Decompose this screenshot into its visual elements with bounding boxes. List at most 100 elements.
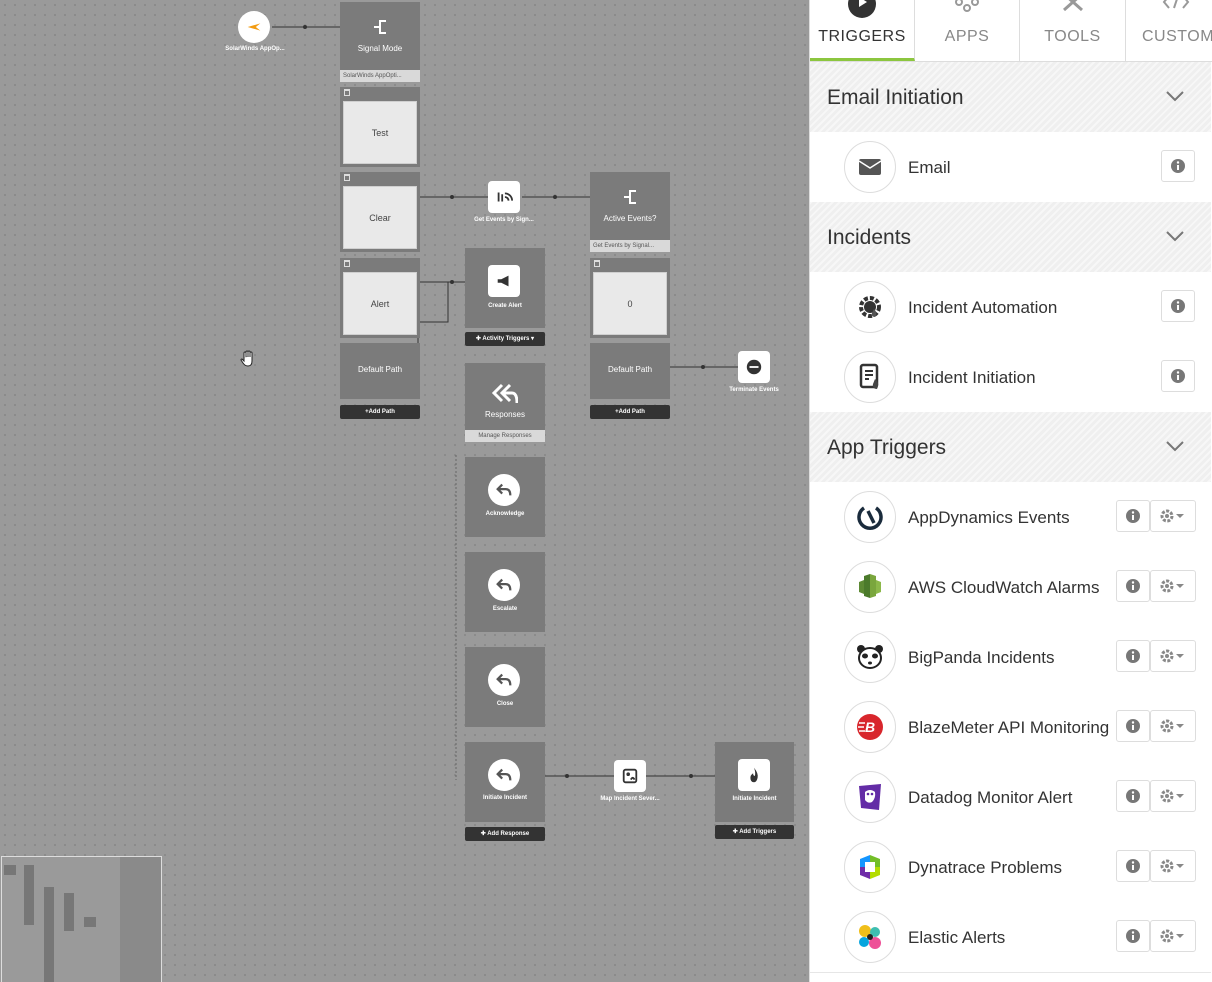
section-incidents[interactable]: Incidents — [810, 202, 1211, 272]
default-path-node-2[interactable]: Default Path — [590, 343, 670, 399]
trigger-item-datadog[interactable]: Datadog Monitor Alert — [810, 762, 1211, 833]
trigger-item-email[interactable]: Email — [810, 132, 1211, 203]
gear-dropdown-icon[interactable] — [1150, 920, 1196, 952]
branch-zero-label: 0 — [593, 272, 667, 335]
add-path-button-2[interactable]: +Add Path — [590, 405, 670, 419]
create-alert-label: Create Alert — [488, 303, 522, 309]
terminate-events-node[interactable] — [738, 351, 770, 383]
code-icon — [1162, 0, 1190, 9]
activity-triggers-button[interactable]: ✚ Activity Triggers ▾ — [465, 332, 545, 346]
add-triggers-button[interactable]: ✚ Add Triggers — [715, 825, 794, 839]
trigger-name: AppDynamics Events — [908, 507, 1070, 527]
chevron-down-icon[interactable] — [1165, 90, 1185, 102]
gear-dropdown-icon[interactable] — [1150, 640, 1196, 672]
branch-test[interactable]: Test — [340, 87, 420, 167]
signal-mode-title: Signal Mode — [357, 44, 403, 53]
info-icon[interactable] — [1116, 570, 1150, 602]
branch-clear-label: Clear — [343, 186, 417, 249]
responses-title: Responses — [484, 410, 526, 419]
tab-custom[interactable]: CUSTOM — [1126, 0, 1212, 61]
gear-dropdown-icon[interactable] — [1150, 500, 1196, 532]
trigger-name: BlazeMeter API Monitoring — [908, 717, 1110, 737]
trash-icon[interactable] — [344, 260, 350, 267]
branch-zero[interactable]: 0 — [590, 258, 670, 338]
gear-dropdown-icon[interactable] — [1150, 570, 1196, 602]
create-alert-node[interactable]: Create Alert — [465, 248, 545, 328]
acknowledge-node[interactable]: Acknowledge — [465, 457, 545, 537]
tab-tools[interactable]: TOOLS — [1020, 0, 1126, 61]
hand-cursor-icon — [240, 350, 253, 367]
reply-all-icon — [492, 383, 518, 404]
default-path-node[interactable]: Default Path — [340, 343, 420, 399]
minimap-block — [44, 887, 54, 982]
source-label: SolarWinds AppOp... — [225, 46, 285, 52]
initiate-incident-node[interactable]: Initiate Incident — [465, 742, 545, 822]
megaphone-icon — [488, 265, 520, 297]
info-icon[interactable] — [1161, 290, 1195, 322]
gear-dropdown-icon[interactable] — [1150, 780, 1196, 812]
active-events-node[interactable]: Active Events? Get Events by Signal... — [590, 172, 670, 252]
close-label: Close — [496, 701, 514, 707]
gear-dropdown-icon[interactable] — [1150, 850, 1196, 882]
section-title: Incidents — [827, 226, 912, 249]
initiate-incident-node-2[interactable]: Initiate Incident — [715, 742, 794, 822]
add-path-button[interactable]: +Add Path — [340, 405, 420, 419]
chevron-down-icon[interactable] — [1165, 230, 1185, 242]
trash-icon[interactable] — [594, 260, 600, 267]
add-response-button[interactable]: ✚ Add Response — [465, 827, 545, 841]
section-app-triggers[interactable]: App Triggers — [810, 412, 1211, 482]
info-icon[interactable] — [1116, 500, 1150, 532]
responses-node[interactable]: Responses Manage Responses — [465, 363, 545, 442]
info-icon[interactable] — [1116, 640, 1150, 672]
trigger-item-blazemeter[interactable]: B BlazeMeter API Monitoring — [810, 692, 1211, 763]
trigger-item-appdynamics[interactable]: AppDynamics Events — [810, 482, 1211, 553]
aws-cloudwatch-icon — [844, 561, 896, 613]
minimap-viewport[interactable] — [2, 857, 120, 982]
trigger-item-elastic[interactable]: Elastic Alerts — [810, 902, 1211, 973]
gear-flame-icon — [844, 281, 896, 333]
acknowledge-label: Acknowledge — [485, 511, 525, 517]
signal-mode-node[interactable]: Signal Mode SolarWinds AppOpti... — [340, 2, 420, 82]
trigger-item-dynatrace[interactable]: Dynatrace Problems — [810, 832, 1211, 903]
get-events-node[interactable] — [488, 181, 520, 213]
trigger-item-bigpanda[interactable]: BigPanda Incidents — [810, 622, 1211, 693]
gear-dropdown-icon[interactable] — [1150, 710, 1196, 742]
info-icon[interactable] — [1161, 150, 1195, 182]
solarwinds-source-node[interactable] — [238, 11, 270, 43]
reply-icon — [488, 759, 520, 791]
map-severity-node[interactable] — [614, 760, 646, 792]
info-icon[interactable] — [1161, 360, 1195, 392]
tab-triggers[interactable]: TRIGGERS — [810, 0, 915, 61]
info-icon[interactable] — [1116, 920, 1150, 952]
info-icon[interactable] — [1116, 780, 1150, 812]
branch-icon — [374, 20, 386, 34]
minimap[interactable] — [1, 856, 162, 982]
tab-triggers-label: TRIGGERS — [818, 28, 906, 45]
escalate-node[interactable]: Escalate — [465, 552, 545, 632]
section-title: App Triggers — [827, 436, 947, 459]
branch-test-label: Test — [343, 101, 417, 164]
chevron-down-icon[interactable] — [1165, 440, 1185, 452]
close-node[interactable]: Close — [465, 647, 545, 727]
tab-apps[interactable]: APPS — [915, 0, 1020, 61]
trash-icon[interactable] — [344, 174, 350, 181]
trash-icon[interactable] — [344, 89, 350, 96]
reply-icon — [488, 664, 520, 696]
reply-icon — [488, 474, 520, 506]
trigger-name: Incident Automation — [908, 297, 1058, 317]
svg-text:B: B — [865, 719, 875, 735]
workflow-canvas[interactable]: SolarWinds AppOp... Signal Mode SolarWin… — [0, 0, 809, 982]
trigger-item-aws-cloudwatch[interactable]: AWS CloudWatch Alarms — [810, 552, 1211, 623]
tab-tools-label: TOOLS — [1044, 28, 1101, 45]
info-icon[interactable] — [1116, 710, 1150, 742]
info-icon[interactable] — [1116, 850, 1150, 882]
branch-clear[interactable]: Clear — [340, 172, 420, 252]
manage-responses-link[interactable]: Manage Responses — [465, 430, 545, 442]
trigger-item-incident-initiation[interactable]: Incident Initiation — [810, 342, 1211, 413]
trigger-item-incident-automation[interactable]: Incident Automation — [810, 272, 1211, 343]
map-severity-label: Map Incident Sever... — [600, 796, 660, 802]
section-email-initiation[interactable]: Email Initiation — [810, 62, 1211, 132]
elastic-icon — [844, 911, 896, 963]
branch-alert[interactable]: Alert — [340, 258, 420, 338]
tab-custom-label: CUSTOM — [1142, 28, 1212, 45]
